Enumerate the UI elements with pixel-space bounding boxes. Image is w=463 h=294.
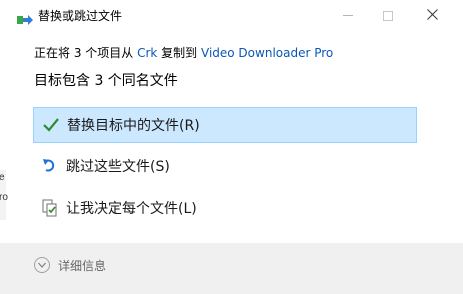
chevron-down-icon bbox=[34, 257, 50, 273]
more-details-label: 详细信息 bbox=[58, 258, 107, 273]
background-window-fragment: e bbox=[0, 172, 5, 183]
copy-files-icon bbox=[17, 11, 33, 25]
copy-status-text: 正在将 3 个项目从 Crk 复制到 Video Downloader Pro bbox=[34, 44, 333, 61]
destination-folder-link[interactable]: Video Downloader Pro bbox=[201, 46, 333, 60]
checkmark-icon bbox=[42, 116, 60, 134]
title-bar[interactable]: 替换或跳过文件 bbox=[0, 0, 463, 31]
more-details-button[interactable]: 详细信息 bbox=[34, 256, 106, 274]
decide-each-file-label: 让我决定每个文件(L) bbox=[66, 201, 197, 217]
maximize-button[interactable] bbox=[365, 0, 411, 31]
skip-files-label: 跳过这些文件(S) bbox=[66, 159, 170, 175]
background-window-fragment: ro bbox=[0, 192, 8, 203]
skip-files-option[interactable]: 跳过这些文件(S) bbox=[33, 148, 417, 184]
replace-files-option[interactable]: 替换目标中的文件(R) bbox=[33, 107, 417, 143]
close-button[interactable] bbox=[409, 0, 455, 31]
decide-each-file-option[interactable]: 让我决定每个文件(L) bbox=[33, 190, 417, 226]
decide-files-icon bbox=[41, 199, 59, 217]
maximize-icon bbox=[383, 10, 393, 21]
source-folder-link[interactable]: Crk bbox=[137, 46, 157, 60]
subtitle-middle: 复制到 bbox=[157, 46, 201, 60]
replace-files-label: 替换目标中的文件(R) bbox=[67, 118, 200, 134]
conflict-heading: 目标包含 3 个同名文件 bbox=[34, 73, 178, 89]
window-title: 替换或跳过文件 bbox=[38, 9, 123, 23]
subtitle-prefix: 正在将 3 个项目从 bbox=[34, 46, 138, 60]
close-icon bbox=[426, 8, 438, 24]
skip-arrow-icon bbox=[41, 157, 59, 175]
minimize-icon bbox=[343, 15, 353, 16]
